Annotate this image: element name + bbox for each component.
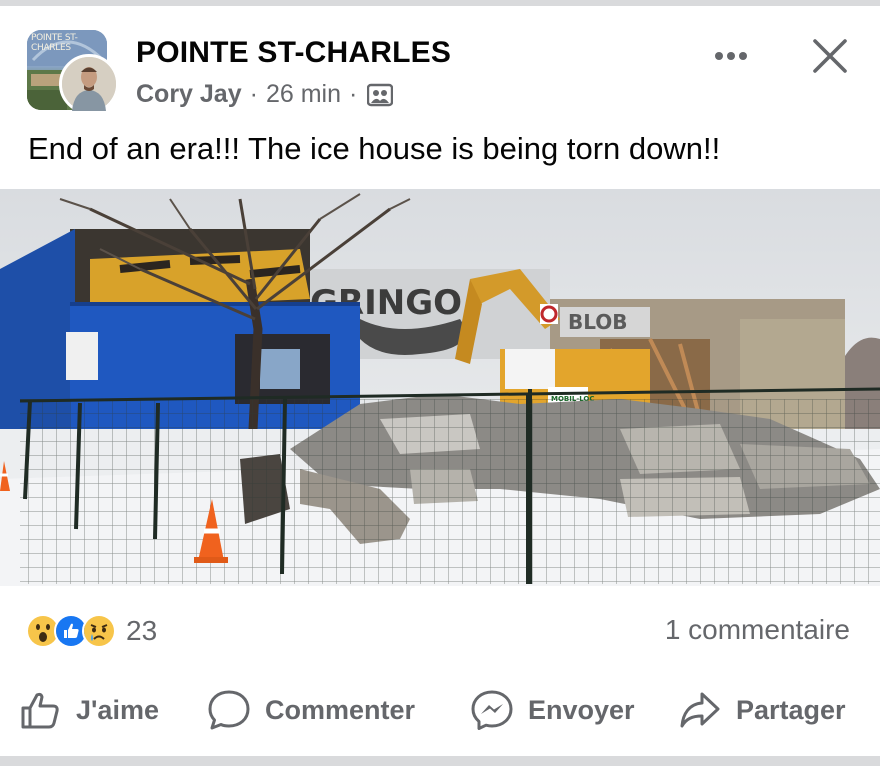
post-time[interactable]: 26 min: [266, 80, 341, 109]
reactions-summary[interactable]: 23: [26, 612, 157, 650]
send-button[interactable]: Envoyer: [470, 684, 635, 736]
group-icon: [367, 82, 394, 108]
like-label: J'aime: [76, 694, 159, 725]
post-avatar[interactable]: POINTE ST-CHARLES: [27, 30, 119, 114]
share-button[interactable]: Partager: [678, 684, 846, 736]
thumbs-up-icon: [21, 692, 59, 729]
action-bar: J'aime Commenter Envoyer Partager: [0, 684, 880, 736]
send-label: Envoyer: [528, 694, 635, 725]
author-name[interactable]: Cory Jay: [136, 80, 242, 109]
comment-bubble-icon: [208, 690, 250, 730]
messenger-icon: [471, 690, 513, 730]
like-button[interactable]: J'aime: [18, 684, 159, 736]
post-text: End of an era!!! The ice house is being …: [28, 131, 721, 166]
meta-separator: ·: [349, 80, 358, 108]
group-name[interactable]: POINTE ST-CHARLES: [136, 36, 451, 70]
bottom-divider: [0, 756, 880, 766]
meta-separator: ·: [249, 80, 258, 108]
share-arrow-icon: [680, 692, 720, 728]
post-photo[interactable]: BLOB GRINGO MOBIL-LOC: [0, 189, 880, 586]
close-icon: [813, 39, 847, 73]
more-options-button[interactable]: [708, 38, 754, 74]
sad-emoji-icon: [82, 614, 116, 648]
demolition-photo: BLOB GRINGO MOBIL-LOC: [0, 189, 880, 586]
close-button[interactable]: [808, 34, 852, 78]
comments-count-link[interactable]: 1 commentaire: [665, 614, 850, 646]
more-dots-icon: [715, 52, 747, 60]
top-divider: [0, 0, 880, 6]
share-label: Partager: [736, 694, 846, 725]
reaction-count: 23: [126, 615, 158, 646]
group-avatar-text: POINTE ST-CHARLES: [31, 33, 78, 53]
user-avatar-image: [62, 57, 116, 111]
graffiti-blob: BLOB: [568, 310, 628, 334]
user-avatar[interactable]: [59, 54, 119, 114]
comment-label: Commenter: [265, 694, 416, 725]
post-meta: Cory Jay · 26 min ·: [136, 80, 394, 109]
comment-button[interactable]: Commenter: [207, 684, 415, 736]
